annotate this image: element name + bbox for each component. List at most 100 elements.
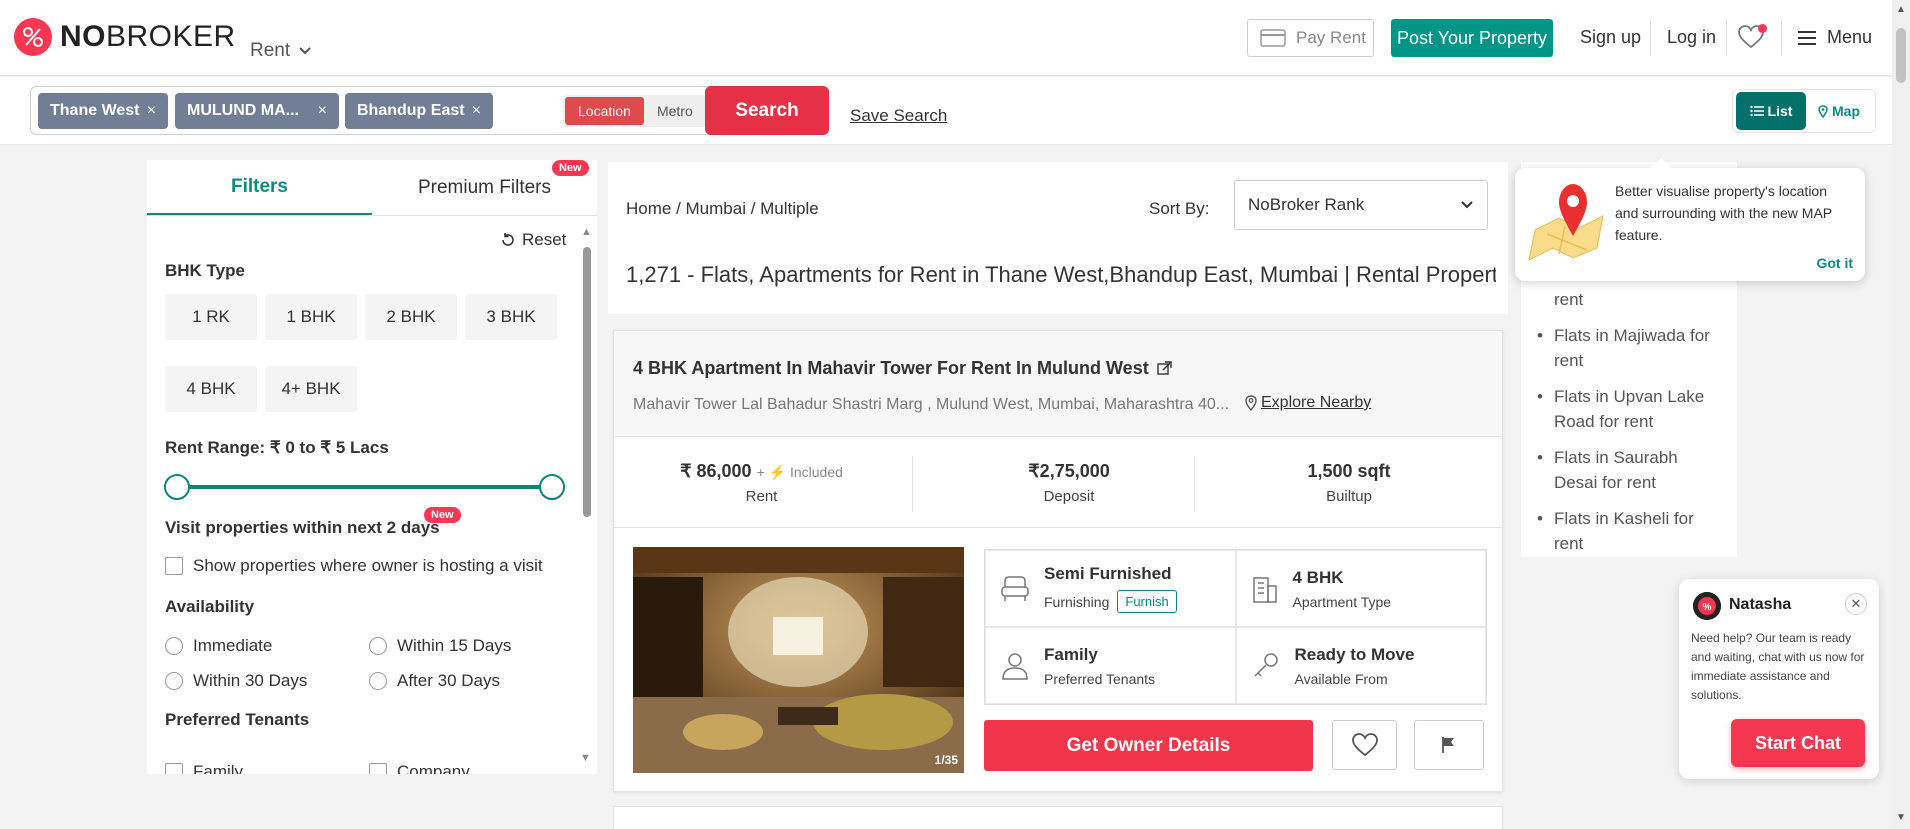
bullet: •	[1537, 387, 1543, 406]
radio-circle[interactable]	[369, 637, 387, 655]
filter-scrollbar[interactable]	[583, 247, 591, 517]
scroll-down-icon[interactable]: ▼	[1896, 812, 1906, 823]
location-chip[interactable]: Thane West ×	[38, 93, 168, 129]
sort-select[interactable]: NoBroker Rank	[1234, 180, 1488, 230]
checkbox-label: Company	[397, 762, 470, 774]
location-search-box[interactable]: Thane West × MULUND MA... × Bhandup East…	[30, 86, 715, 135]
bhk-option[interactable]: 3 BHK	[465, 294, 557, 340]
availability-radio[interactable]: Within 15 Days	[369, 636, 511, 656]
post-property-button[interactable]: Post Your Property	[1391, 19, 1553, 57]
related-link[interactable]: • Flats in Upvan Lake Road for rent	[1537, 384, 1717, 434]
slider-max-handle[interactable]	[539, 474, 565, 500]
deposit-label: Deposit	[1043, 488, 1095, 505]
bhk-option[interactable]: 4 BHK	[165, 366, 257, 412]
bhk-option[interactable]: 1 BHK	[265, 294, 357, 340]
checkbox-box[interactable]	[165, 557, 183, 575]
builtup-stat: 1,500 sqft Builtup	[1224, 461, 1474, 505]
flag-icon	[1442, 737, 1454, 753]
scroll-up-icon[interactable]: ▲	[1896, 4, 1906, 15]
new-badge: New	[552, 160, 589, 176]
map-view-button[interactable]: Map	[1818, 103, 1860, 119]
tenant-checkbox[interactable]: Family	[165, 762, 243, 774]
furnish-tag-button[interactable]: Furnish	[1117, 590, 1177, 613]
checkbox-box[interactable]	[165, 763, 183, 774]
radio-circle[interactable]	[165, 637, 183, 655]
toggle-metro[interactable]: Metro	[644, 103, 706, 119]
get-owner-details-button[interactable]: Get Owner Details	[984, 720, 1313, 771]
tab-filters[interactable]: Filters	[147, 160, 372, 215]
property-card[interactable]	[613, 806, 1503, 829]
list-view-label: List	[1767, 103, 1793, 119]
shortlist-button[interactable]	[1332, 720, 1397, 770]
pay-rent-label: Pay Rent	[1296, 28, 1366, 47]
reset-button[interactable]: Reset	[500, 230, 566, 250]
property-card[interactable]: 4 BHK Apartment In Mahavir Tower For Ren…	[613, 330, 1503, 792]
property-card-header: 4 BHK Apartment In Mahavir Tower For Ren…	[614, 331, 1502, 437]
preferred-tenants-heading: Preferred Tenants	[165, 710, 310, 729]
save-search-link[interactable]: Save Search	[850, 106, 947, 126]
pay-rent-button[interactable]: Pay Rent	[1247, 19, 1374, 57]
builtup-value: 1,500 sqft	[1307, 461, 1391, 481]
furnishing-label: Furnishing	[1044, 593, 1110, 610]
related-link[interactable]: • Flats in Majiwada for rent	[1537, 323, 1717, 373]
page-scrollbar[interactable]: ▲ ▼	[1892, 0, 1910, 829]
nav-divider	[1650, 20, 1651, 56]
apartment-type-feature: 4 BHK Apartment Type	[1235, 550, 1486, 627]
rent-dropdown[interactable]: Rent	[250, 40, 312, 62]
scrollbar-thumb[interactable]	[1896, 28, 1906, 83]
radio-circle[interactable]	[165, 672, 183, 690]
filter-scroll-down-icon[interactable]: ▼	[580, 752, 591, 764]
availability-radio[interactable]: After 30 Days	[369, 671, 500, 691]
menu-button[interactable]: Menu	[1797, 27, 1872, 48]
location-pin-icon	[1245, 395, 1257, 411]
owner-visit-checkbox[interactable]: Show properties where owner is hosting a…	[165, 556, 543, 576]
location-chip[interactable]: MULUND MA... ×	[175, 93, 339, 129]
chevron-down-icon	[299, 47, 311, 55]
chat-widget: % Natasha ✕ Need help? Our team is ready…	[1679, 579, 1879, 779]
property-title[interactable]: 4 BHK Apartment In Mahavir Tower For Ren…	[633, 358, 1172, 379]
location-metro-toggle[interactable]: Location Metro	[563, 95, 715, 127]
tenants-feature: Family Preferred Tenants	[985, 627, 1236, 704]
nobroker-logo[interactable]: NOBROKER	[14, 18, 236, 56]
explore-nearby-link[interactable]: Explore Nearby	[1245, 394, 1371, 412]
related-link-text: Flats in Upvan Lake Road for rent	[1553, 387, 1705, 431]
rent-range-slider[interactable]	[177, 485, 562, 489]
checkbox-box[interactable]	[369, 763, 387, 774]
toggle-location[interactable]: Location	[565, 97, 644, 125]
related-link-text: Flats in Saurabh Desai for rent	[1553, 448, 1678, 492]
radio-circle[interactable]	[369, 672, 387, 690]
chip-close-icon[interactable]: ×	[147, 102, 156, 120]
list-view-button[interactable]: List	[1736, 92, 1806, 130]
bullet: •	[1537, 326, 1543, 345]
log-in-link[interactable]: Log in	[1667, 27, 1716, 48]
slider-min-handle[interactable]	[164, 474, 190, 500]
key-icon	[1253, 652, 1278, 677]
filter-scroll-up-icon[interactable]: ▲	[581, 226, 592, 238]
chip-close-icon[interactable]: ×	[472, 102, 481, 120]
report-button[interactable]	[1414, 720, 1484, 770]
availability-radio[interactable]: Within 30 Days	[165, 671, 307, 691]
search-button[interactable]: Search	[705, 86, 829, 135]
search-bar-row: Thane West × MULUND MA... × Bhandup East…	[0, 77, 1892, 145]
building-icon	[1252, 576, 1277, 603]
visit-heading: Visit properties within next 2 days	[165, 518, 440, 537]
related-link[interactable]: • Flats in Kasheli for rent	[1537, 506, 1717, 556]
start-chat-button[interactable]: Start Chat	[1731, 719, 1865, 767]
map-feature-tooltip: Better visualise property's location and…	[1515, 158, 1865, 281]
related-link[interactable]: • Flats in Saurabh Desai for rent	[1537, 445, 1717, 495]
got-it-button[interactable]: Got it	[1816, 255, 1853, 271]
close-icon[interactable]: ✕	[1845, 593, 1867, 615]
bhk-option[interactable]: 1 RK	[165, 294, 257, 340]
property-photo[interactable]: 1/35	[633, 547, 964, 773]
menu-label: Menu	[1827, 27, 1873, 47]
location-chip[interactable]: Bhandup East ×	[345, 93, 493, 129]
breadcrumb[interactable]: Home / Mumbai / Multiple	[626, 199, 819, 219]
tenant-checkbox[interactable]: Company	[369, 762, 470, 774]
bhk-option[interactable]: 4+ BHK	[265, 366, 357, 412]
chip-close-icon[interactable]: ×	[318, 102, 327, 120]
bhk-option[interactable]: 2 BHK	[365, 294, 457, 340]
view-toggle[interactable]: List Map	[1732, 89, 1876, 133]
chevron-down-icon	[1461, 201, 1473, 209]
sign-up-link[interactable]: Sign up	[1580, 27, 1641, 48]
availability-radio[interactable]: Immediate	[165, 636, 272, 656]
